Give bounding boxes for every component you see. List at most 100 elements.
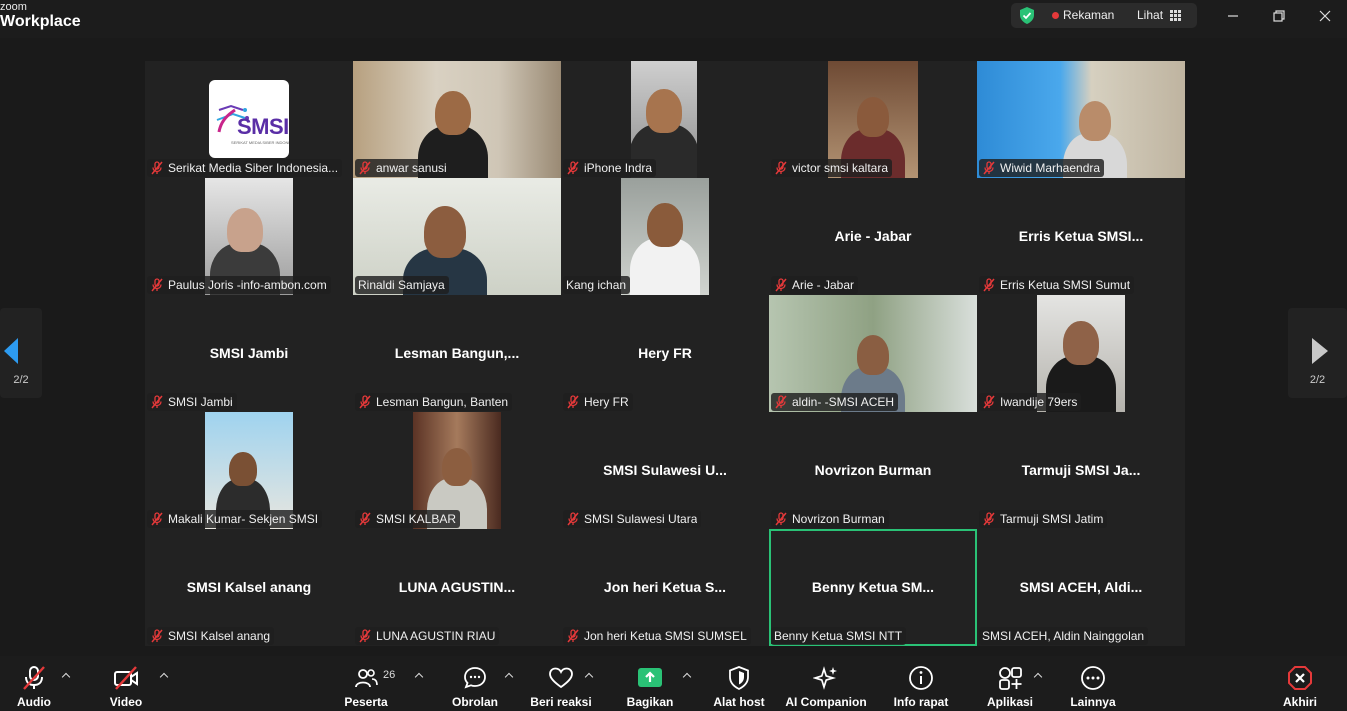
muted-mic-icon xyxy=(359,629,371,643)
previous-page-button[interactable]: 2/2 xyxy=(0,308,42,398)
participant-display-name: SMSI Jambi xyxy=(209,345,289,361)
participant-tile[interactable]: Lesman Bangun,... Lesman Bangun, Banten xyxy=(353,295,561,412)
participant-tile[interactable]: aldin- -SMSI ACEH xyxy=(769,295,977,412)
leave-x-icon xyxy=(1288,666,1312,690)
participant-tile[interactable]: Erris Ketua SMSI... Erris Ketua SMSI Sumu… xyxy=(977,178,1185,295)
title-bar: zoom Workplace Rekaman Lihat xyxy=(0,0,1347,38)
next-page-button[interactable]: 2/2 xyxy=(1288,308,1347,398)
muted-mic-icon xyxy=(775,512,787,526)
recording-dot-icon xyxy=(1052,12,1059,19)
participant-tile[interactable]: Iwandije 79ers xyxy=(977,295,1185,412)
participant-name: Iwandije 79ers xyxy=(1000,395,1078,409)
participant-display-name: LUNA AGUSTIN... xyxy=(398,579,516,595)
minimize-button[interactable] xyxy=(1222,6,1244,26)
muted-mic-icon xyxy=(567,161,579,175)
participant-name: aldin- -SMSI ACEH xyxy=(792,395,895,409)
participant-tile[interactable]: Hery FR Hery FR xyxy=(561,295,769,412)
participant-nameplate: Lesman Bangun, Banten xyxy=(355,393,513,411)
participant-tile[interactable]: iPhone Indra xyxy=(561,61,769,178)
participant-display-name: Tarmuji SMSI Ja... xyxy=(1021,462,1141,478)
participant-tile[interactable]: Paulus Joris -info-ambon.com xyxy=(145,178,353,295)
ai-companion-label: AI Companion xyxy=(785,695,867,709)
share-screen-icon xyxy=(638,668,662,687)
participant-tile[interactable]: SMSI ACEH, Aldi... SMSI ACEH, Aldin Naing… xyxy=(977,529,1185,646)
participants-icon xyxy=(355,669,378,688)
participant-tile[interactable]: SMSI KALBAR xyxy=(353,412,561,529)
host-tools-button[interactable]: Alat host xyxy=(710,656,768,711)
participants-options-chevron-icon[interactable] xyxy=(415,672,423,680)
participant-tile[interactable]: Arie - Jabar Arie - Jabar xyxy=(769,178,977,295)
meeting-info-button[interactable]: Info rapat xyxy=(893,656,949,711)
grid-view-icon[interactable] xyxy=(1170,10,1181,21)
participant-tile[interactable]: Jon heri Ketua S... Jon heri Ketua SMSI S… xyxy=(561,529,769,646)
react-label: Beri reaksi xyxy=(530,695,592,709)
video-label: Video xyxy=(109,695,143,709)
video-button[interactable]: Video xyxy=(106,656,146,711)
participant-nameplate: Arie - Jabar xyxy=(771,276,859,294)
participant-name: Makali Kumar- Sekjen SMSI xyxy=(168,512,319,526)
share-options-chevron-icon[interactable] xyxy=(683,672,691,680)
participant-name: SMSI Kalsel anang xyxy=(168,629,271,643)
ai-companion-button[interactable]: AI Companion xyxy=(785,656,867,711)
video-off-icon xyxy=(114,666,138,690)
participant-tile[interactable]: SMSI Sulawesi U... SMSI Sulawesi Utara xyxy=(561,412,769,529)
muted-mic-icon xyxy=(359,395,371,409)
participant-tile[interactable]: LUNA AGUSTIN... LUNA AGUSTIN RIAU xyxy=(353,529,561,646)
minimize-icon xyxy=(1228,15,1238,17)
page-indicator-left: 2/2 xyxy=(13,374,29,386)
encryption-shield-icon[interactable] xyxy=(1019,7,1035,24)
chat-options-chevron-icon[interactable] xyxy=(505,672,513,680)
participants-button[interactable]: Peserta xyxy=(342,656,390,711)
muted-mic-icon xyxy=(151,512,163,526)
participant-gallery: SMSISERIKAT MEDIA SIBER INDONESIA Serikat… xyxy=(145,61,1185,647)
participant-tile[interactable]: victor smsi kaltara xyxy=(769,61,977,178)
participant-name: Erris Ketua SMSI Sumut xyxy=(1000,278,1131,292)
participant-tile[interactable]: Wiwid Marhaendra xyxy=(977,61,1185,178)
audio-button[interactable]: Audio xyxy=(14,656,54,711)
participant-nameplate: Hery FR xyxy=(563,393,633,411)
participant-tile[interactable]: Tarmuji SMSI Ja... Tarmuji SMSI Jatim xyxy=(977,412,1185,529)
more-label: Lainnya xyxy=(1070,695,1116,709)
participant-tile[interactable]: Kang ichan xyxy=(561,178,769,295)
chat-button[interactable]: Obrolan xyxy=(450,656,500,711)
participant-name: SMSI Jambi xyxy=(168,395,233,409)
host-shield-icon xyxy=(729,666,749,691)
share-button[interactable]: Bagikan xyxy=(625,656,675,711)
end-meeting-label: Akhiri xyxy=(1282,695,1317,709)
host-tools-label: Alat host xyxy=(713,695,765,709)
brand-large: Workplace xyxy=(0,13,81,30)
apps-button[interactable]: Aplikasi xyxy=(985,656,1035,711)
participant-tile[interactable]: anwar sanusi xyxy=(353,61,561,178)
participant-tile[interactable]: SMSISERIKAT MEDIA SIBER INDONESIA Serikat… xyxy=(145,61,353,178)
participant-nameplate: Paulus Joris -info-ambon.com xyxy=(147,276,331,294)
end-meeting-button[interactable]: Akhiri xyxy=(1278,656,1322,711)
audio-options-chevron-icon[interactable] xyxy=(62,672,70,680)
recording-label[interactable]: Rekaman xyxy=(1063,8,1114,22)
participants-label: Peserta xyxy=(344,695,388,709)
arrow-right-icon xyxy=(1312,338,1328,364)
muted-mic-icon xyxy=(151,629,163,643)
muted-mic-icon xyxy=(983,278,995,292)
apps-options-chevron-icon[interactable] xyxy=(1034,672,1042,680)
muted-mic-icon xyxy=(359,161,371,175)
muted-mic-icon xyxy=(775,161,787,175)
muted-mic-icon xyxy=(23,666,45,690)
participant-tile[interactable]: Rinaldi Samjaya xyxy=(353,178,561,295)
participant-tile[interactable]: Benny Ketua SM... Benny Ketua SMSI NTT xyxy=(769,529,977,646)
react-options-chevron-icon[interactable] xyxy=(585,672,593,680)
participant-name: Benny Ketua SMSI NTT xyxy=(774,629,903,643)
participant-tile[interactable]: Novrizon Burman Novrizon Burman xyxy=(769,412,977,529)
video-options-chevron-icon[interactable] xyxy=(160,672,168,680)
more-button[interactable]: Lainnya xyxy=(1068,656,1118,711)
restore-button[interactable] xyxy=(1268,6,1290,26)
participant-name: Lesman Bangun, Banten xyxy=(376,395,509,409)
participant-tile[interactable]: SMSI Jambi SMSI Jambi xyxy=(145,295,353,412)
participant-tile[interactable]: SMSI Kalsel anang SMSI Kalsel anang xyxy=(145,529,353,646)
participant-name: Wiwid Marhaendra xyxy=(1000,161,1101,175)
react-button[interactable]: Beri reaksi xyxy=(530,656,592,711)
close-button[interactable] xyxy=(1314,6,1336,26)
view-button[interactable]: Lihat xyxy=(1137,8,1163,22)
muted-mic-icon xyxy=(567,512,579,526)
audio-label: Audio xyxy=(17,695,51,709)
participant-tile[interactable]: Makali Kumar- Sekjen SMSI xyxy=(145,412,353,529)
